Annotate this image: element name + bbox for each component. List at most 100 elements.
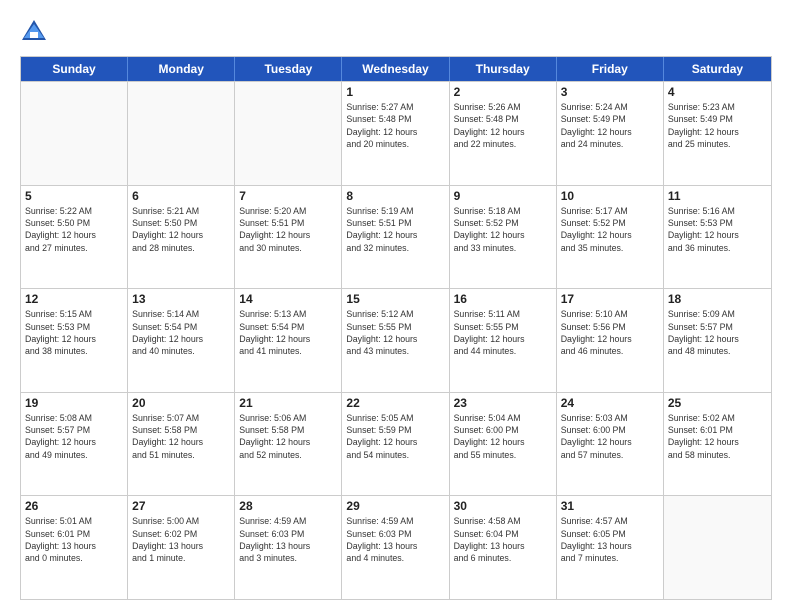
calendar-day-19: 19 Sunrise: 5:08 AM Sunset: 5:57 PM Dayli… bbox=[21, 393, 128, 496]
page: SundayMondayTuesdayWednesdayThursdayFrid… bbox=[0, 0, 792, 612]
logo bbox=[20, 18, 52, 46]
weekday-header-sunday: Sunday bbox=[21, 57, 128, 81]
sun-info: Sunrise: 5:10 AM Sunset: 5:56 PM Dayligh… bbox=[561, 308, 659, 357]
sun-info: Sunrise: 5:00 AM Sunset: 6:02 PM Dayligh… bbox=[132, 515, 230, 564]
sun-info: Sunrise: 5:24 AM Sunset: 5:49 PM Dayligh… bbox=[561, 101, 659, 150]
day-number: 15 bbox=[346, 292, 444, 306]
sun-info: Sunrise: 5:27 AM Sunset: 5:48 PM Dayligh… bbox=[346, 101, 444, 150]
day-number: 22 bbox=[346, 396, 444, 410]
sun-info: Sunrise: 4:57 AM Sunset: 6:05 PM Dayligh… bbox=[561, 515, 659, 564]
day-number: 31 bbox=[561, 499, 659, 513]
sun-info: Sunrise: 5:17 AM Sunset: 5:52 PM Dayligh… bbox=[561, 205, 659, 254]
calendar-day-2: 2 Sunrise: 5:26 AM Sunset: 5:48 PM Daylig… bbox=[450, 82, 557, 185]
sun-info: Sunrise: 5:01 AM Sunset: 6:01 PM Dayligh… bbox=[25, 515, 123, 564]
calendar-day-30: 30 Sunrise: 4:58 AM Sunset: 6:04 PM Dayli… bbox=[450, 496, 557, 599]
day-number: 16 bbox=[454, 292, 552, 306]
day-number: 4 bbox=[668, 85, 767, 99]
calendar-row-2: 12 Sunrise: 5:15 AM Sunset: 5:53 PM Dayli… bbox=[21, 288, 771, 392]
day-number: 12 bbox=[25, 292, 123, 306]
day-number: 17 bbox=[561, 292, 659, 306]
calendar-day-5: 5Sunrise: 5:22 AM Sunset: 5:50 PM Daylig… bbox=[21, 186, 128, 289]
weekday-header-thursday: Thursday bbox=[450, 57, 557, 81]
day-number: 18 bbox=[668, 292, 767, 306]
calendar-header: SundayMondayTuesdayWednesdayThursdayFrid… bbox=[21, 57, 771, 81]
calendar-day-20: 20 Sunrise: 5:07 AM Sunset: 5:58 PM Dayli… bbox=[128, 393, 235, 496]
calendar-day-6: 6Sunrise: 5:21 AM Sunset: 5:50 PM Daylig… bbox=[128, 186, 235, 289]
sun-info: Sunrise: 5:23 AM Sunset: 5:49 PM Dayligh… bbox=[668, 101, 767, 150]
day-number: 24 bbox=[561, 396, 659, 410]
calendar-day-empty-0-0 bbox=[21, 82, 128, 185]
sun-info: Sunrise: 5:12 AM Sunset: 5:55 PM Dayligh… bbox=[346, 308, 444, 357]
day-number: 20 bbox=[132, 396, 230, 410]
sun-info: Sunrise: 4:59 AM Sunset: 6:03 PM Dayligh… bbox=[239, 515, 337, 564]
day-number: 30 bbox=[454, 499, 552, 513]
calendar-day-11: 11 Sunrise: 5:16 AM Sunset: 5:53 PM Dayli… bbox=[664, 186, 771, 289]
calendar-day-22: 22 Sunrise: 5:05 AM Sunset: 5:59 PM Dayli… bbox=[342, 393, 449, 496]
calendar-day-9: 9 Sunrise: 5:18 AM Sunset: 5:52 PM Daylig… bbox=[450, 186, 557, 289]
sun-info: Sunrise: 5:11 AM Sunset: 5:55 PM Dayligh… bbox=[454, 308, 552, 357]
day-number: 1 bbox=[346, 85, 444, 99]
sun-info: Sunrise: 5:19 AM Sunset: 5:51 PM Dayligh… bbox=[346, 205, 444, 254]
calendar-body: 1 Sunrise: 5:27 AM Sunset: 5:48 PM Daylig… bbox=[21, 81, 771, 599]
weekday-header-tuesday: Tuesday bbox=[235, 57, 342, 81]
calendar-row-4: 26 Sunrise: 5:01 AM Sunset: 6:01 PM Dayli… bbox=[21, 495, 771, 599]
day-number: 25 bbox=[668, 396, 767, 410]
calendar-day-21: 21 Sunrise: 5:06 AM Sunset: 5:58 PM Dayli… bbox=[235, 393, 342, 496]
calendar-day-empty-0-1 bbox=[128, 82, 235, 185]
header-area bbox=[20, 18, 772, 46]
sun-info: Sunrise: 5:21 AM Sunset: 5:50 PM Dayligh… bbox=[132, 205, 230, 254]
sun-info: Sunrise: 5:18 AM Sunset: 5:52 PM Dayligh… bbox=[454, 205, 552, 254]
calendar-day-13: 13 Sunrise: 5:14 AM Sunset: 5:54 PM Dayli… bbox=[128, 289, 235, 392]
calendar-day-24: 24 Sunrise: 5:03 AM Sunset: 6:00 PM Dayli… bbox=[557, 393, 664, 496]
sun-info: Sunrise: 4:58 AM Sunset: 6:04 PM Dayligh… bbox=[454, 515, 552, 564]
sun-info: Sunrise: 5:08 AM Sunset: 5:57 PM Dayligh… bbox=[25, 412, 123, 461]
calendar-day-empty-0-2 bbox=[235, 82, 342, 185]
calendar-day-17: 17 Sunrise: 5:10 AM Sunset: 5:56 PM Dayli… bbox=[557, 289, 664, 392]
calendar-row-1: 5Sunrise: 5:22 AM Sunset: 5:50 PM Daylig… bbox=[21, 185, 771, 289]
day-number: 28 bbox=[239, 499, 337, 513]
logo-icon bbox=[20, 18, 48, 46]
day-number: 21 bbox=[239, 396, 337, 410]
calendar-day-25: 25Sunrise: 5:02 AM Sunset: 6:01 PM Dayli… bbox=[664, 393, 771, 496]
sun-info: Sunrise: 5:05 AM Sunset: 5:59 PM Dayligh… bbox=[346, 412, 444, 461]
calendar-day-empty-4-6 bbox=[664, 496, 771, 599]
sun-info: Sunrise: 5:13 AM Sunset: 5:54 PM Dayligh… bbox=[239, 308, 337, 357]
day-number: 13 bbox=[132, 292, 230, 306]
sun-info: Sunrise: 5:06 AM Sunset: 5:58 PM Dayligh… bbox=[239, 412, 337, 461]
sun-info: Sunrise: 5:14 AM Sunset: 5:54 PM Dayligh… bbox=[132, 308, 230, 357]
calendar-day-15: 15 Sunrise: 5:12 AM Sunset: 5:55 PM Dayli… bbox=[342, 289, 449, 392]
day-number: 7 bbox=[239, 189, 337, 203]
calendar-day-3: 3 Sunrise: 5:24 AM Sunset: 5:49 PM Daylig… bbox=[557, 82, 664, 185]
day-number: 11 bbox=[668, 189, 767, 203]
day-number: 19 bbox=[25, 396, 123, 410]
weekday-header-friday: Friday bbox=[557, 57, 664, 81]
day-number: 2 bbox=[454, 85, 552, 99]
sun-info: Sunrise: 5:15 AM Sunset: 5:53 PM Dayligh… bbox=[25, 308, 123, 357]
calendar-day-8: 8 Sunrise: 5:19 AM Sunset: 5:51 PM Daylig… bbox=[342, 186, 449, 289]
day-number: 27 bbox=[132, 499, 230, 513]
sun-info: Sunrise: 5:03 AM Sunset: 6:00 PM Dayligh… bbox=[561, 412, 659, 461]
sun-info: Sunrise: 5:26 AM Sunset: 5:48 PM Dayligh… bbox=[454, 101, 552, 150]
calendar-day-1: 1 Sunrise: 5:27 AM Sunset: 5:48 PM Daylig… bbox=[342, 82, 449, 185]
calendar-day-16: 16 Sunrise: 5:11 AM Sunset: 5:55 PM Dayli… bbox=[450, 289, 557, 392]
calendar-day-31: 31 Sunrise: 4:57 AM Sunset: 6:05 PM Dayli… bbox=[557, 496, 664, 599]
sun-info: Sunrise: 5:09 AM Sunset: 5:57 PM Dayligh… bbox=[668, 308, 767, 357]
day-number: 8 bbox=[346, 189, 444, 203]
day-number: 3 bbox=[561, 85, 659, 99]
day-number: 26 bbox=[25, 499, 123, 513]
weekday-header-monday: Monday bbox=[128, 57, 235, 81]
calendar-row-0: 1 Sunrise: 5:27 AM Sunset: 5:48 PM Daylig… bbox=[21, 81, 771, 185]
sun-info: Sunrise: 5:04 AM Sunset: 6:00 PM Dayligh… bbox=[454, 412, 552, 461]
sun-info: Sunrise: 5:07 AM Sunset: 5:58 PM Dayligh… bbox=[132, 412, 230, 461]
calendar-day-29: 29Sunrise: 4:59 AM Sunset: 6:03 PM Dayli… bbox=[342, 496, 449, 599]
sun-info: Sunrise: 5:20 AM Sunset: 5:51 PM Dayligh… bbox=[239, 205, 337, 254]
calendar-day-27: 27 Sunrise: 5:00 AM Sunset: 6:02 PM Dayli… bbox=[128, 496, 235, 599]
day-number: 10 bbox=[561, 189, 659, 203]
sun-info: Sunrise: 5:16 AM Sunset: 5:53 PM Dayligh… bbox=[668, 205, 767, 254]
day-number: 9 bbox=[454, 189, 552, 203]
calendar-day-18: 18 Sunrise: 5:09 AM Sunset: 5:57 PM Dayli… bbox=[664, 289, 771, 392]
calendar-day-26: 26 Sunrise: 5:01 AM Sunset: 6:01 PM Dayli… bbox=[21, 496, 128, 599]
day-number: 5 bbox=[25, 189, 123, 203]
calendar-day-7: 7 Sunrise: 5:20 AM Sunset: 5:51 PM Daylig… bbox=[235, 186, 342, 289]
weekday-header-saturday: Saturday bbox=[664, 57, 771, 81]
